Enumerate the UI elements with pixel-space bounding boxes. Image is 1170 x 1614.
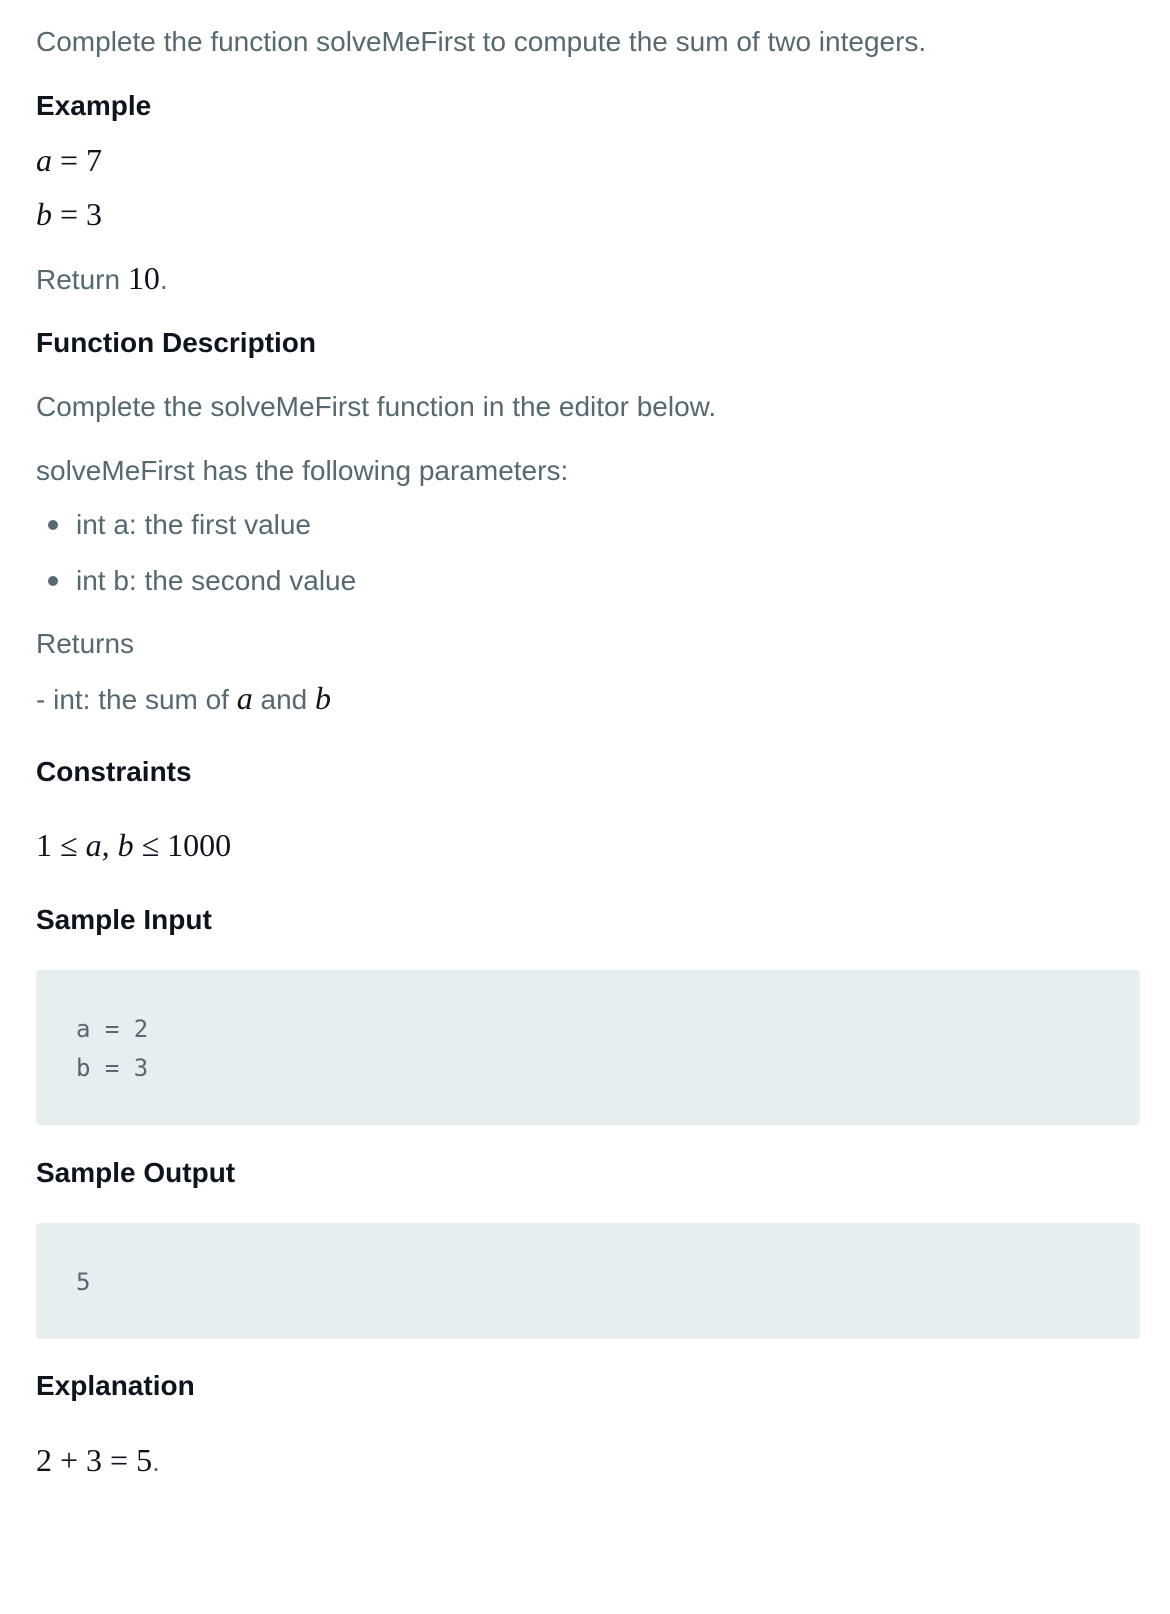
math-var-b: b bbox=[315, 680, 332, 716]
returns-and: and bbox=[252, 684, 316, 715]
function-description-text: Complete the solveMeFirst function in th… bbox=[36, 391, 717, 422]
constraint-vars: a, b bbox=[85, 827, 134, 863]
example-a-value: = 7 bbox=[52, 142, 103, 178]
parameters-intro: solveMeFirst has the following parameter… bbox=[36, 455, 569, 486]
sample-input-heading: Sample Input bbox=[36, 904, 212, 935]
parameters-list: int a: the first value int b: the second… bbox=[36, 507, 356, 619]
sample-output-code-block: 5 bbox=[36, 1223, 1140, 1339]
return-value: 10 bbox=[127, 260, 160, 296]
example-heading: Example bbox=[36, 90, 152, 121]
returns-label: Returns bbox=[36, 628, 135, 659]
constraints-heading: Constraints bbox=[36, 756, 192, 787]
example-b-value: = 3 bbox=[52, 196, 103, 232]
returns-text: - int: the sum of a and b bbox=[36, 680, 331, 718]
list-item: int a: the first value bbox=[36, 507, 356, 563]
parameter-a: int a: the first value bbox=[76, 509, 312, 540]
list-item: int b: the second value bbox=[36, 563, 356, 619]
bullet-icon bbox=[48, 520, 58, 530]
explanation-heading: Explanation bbox=[36, 1370, 195, 1401]
return-suffix: . bbox=[159, 264, 168, 295]
explanation-text: 2 + 3 = 5. bbox=[36, 1440, 160, 1487]
sample-input-line-2: b = 3 bbox=[76, 1054, 149, 1082]
constraint-upper: ≤ 1000 bbox=[133, 827, 232, 863]
constraint-lower: 1 ≤ bbox=[36, 827, 86, 863]
sample-input-code-block: a = 2 b = 3 bbox=[36, 970, 1140, 1125]
sample-output-heading: Sample Output bbox=[36, 1157, 236, 1188]
sample-output-line-1: 5 bbox=[76, 1268, 91, 1296]
example-a-var: a bbox=[36, 142, 52, 178]
intro-text: Complete the function solveMeFirst to co… bbox=[36, 26, 927, 57]
explanation-suffix: . bbox=[152, 1446, 160, 1477]
sample-input-line-1: a = 2 bbox=[76, 1015, 149, 1043]
example-b-var: b bbox=[36, 196, 52, 232]
bullet-icon bbox=[48, 576, 58, 586]
returns-prefix: - int: the sum of bbox=[36, 684, 237, 715]
constraints-math: 1 ≤ a, b ≤ 1000 bbox=[36, 825, 231, 865]
example-a-equation: a = 7 bbox=[36, 140, 102, 180]
parameter-b: int b: the second value bbox=[76, 565, 357, 596]
math-var-a: a bbox=[236, 680, 253, 716]
function-description-heading: Function Description bbox=[36, 327, 316, 358]
example-return-text: Return 10. bbox=[36, 260, 168, 298]
return-prefix: Return bbox=[36, 264, 128, 295]
example-b-equation: b = 3 bbox=[36, 194, 102, 234]
explanation-math: 2 + 3 = 5 bbox=[36, 1442, 153, 1478]
returns-var-a: a bbox=[237, 680, 253, 716]
returns-var-b: b bbox=[315, 680, 331, 716]
